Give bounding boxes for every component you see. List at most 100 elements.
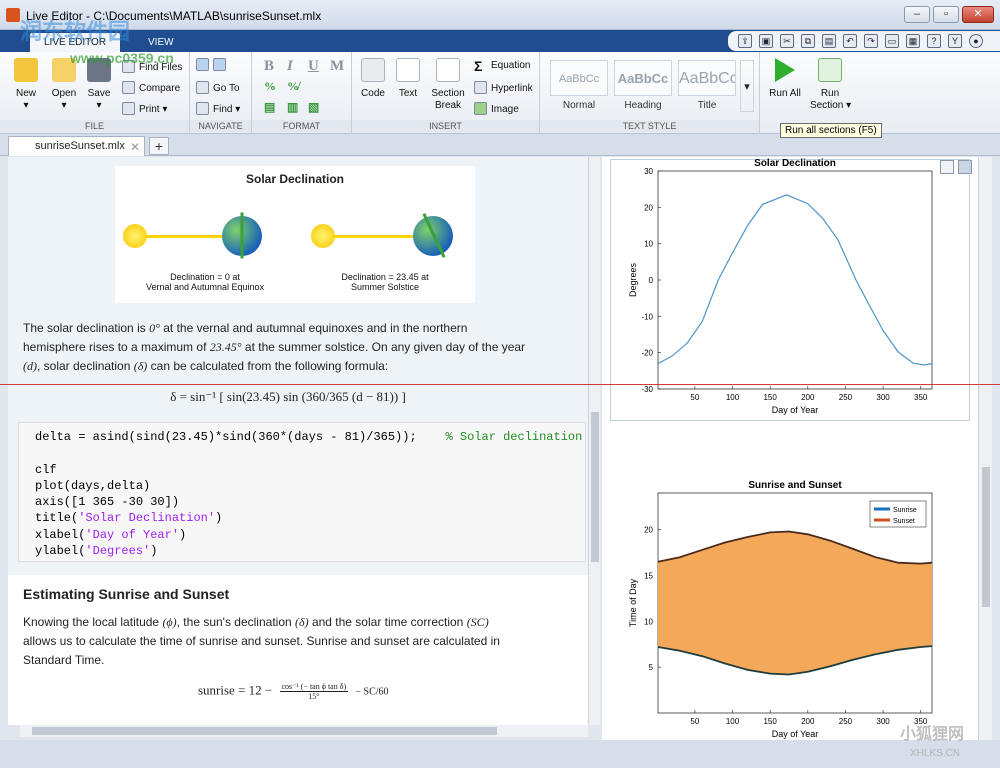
paste-icon[interactable]: ▤ <box>822 34 836 48</box>
run-section-button[interactable]: Run Section ▾ <box>810 58 851 112</box>
open-label: Open <box>51 88 77 99</box>
para1-text-c: hemisphere rises to a maximum of <box>23 340 207 354</box>
left-scroll-thumb[interactable] <box>591 412 599 562</box>
new-button[interactable]: New ▾ <box>10 58 42 112</box>
cut-icon[interactable]: ✂ <box>780 34 794 48</box>
undo-icon[interactable]: ↶ <box>843 34 857 48</box>
close-window-button[interactable]: ✕ <box>962 6 994 23</box>
y-tick-label: 10 <box>644 240 653 249</box>
red-guide-line <box>0 384 1000 385</box>
formula2-numerator: cos⁻¹ (− tan ϕ tan δ) <box>279 682 349 692</box>
horizontal-scroll-thumb[interactable] <box>32 727 497 735</box>
export-icon[interactable]: ⇪ <box>738 34 752 48</box>
percent-icon[interactable]: % <box>264 79 276 94</box>
save-button[interactable]: Save ▾ <box>84 58 114 112</box>
caption-solstice: Declination = 23.45 at Summer Solstice <box>341 272 429 292</box>
style-normal-label: Normal <box>562 100 596 111</box>
x-tick-label: 250 <box>839 393 853 402</box>
community-icon[interactable]: Y <box>948 34 962 48</box>
chart-title: Solar Declination <box>754 158 836 169</box>
code-line-1: delta = asind(sind(23.45)*sind(360*(days… <box>35 430 417 444</box>
arrow-up-icon <box>196 58 209 71</box>
redo-icon[interactable]: ↷ <box>864 34 878 48</box>
code-comment: % Solar declination <box>445 430 583 444</box>
chart-title: Sunrise and Sunset <box>748 480 842 491</box>
style-heading-preview[interactable]: AaBbCc <box>614 60 672 96</box>
style-title-preview[interactable]: AaBbCc <box>678 60 736 96</box>
text-section-2: Estimating Sunrise and Sunset Knowing th… <box>8 575 588 725</box>
paragraph-sunrise: Knowing the local latitude (ϕ), the sun'… <box>23 613 583 670</box>
compare-button[interactable]: Compare <box>122 81 180 96</box>
add-tab-button[interactable]: + <box>149 137 169 155</box>
code-string-title: 'Solar Declination' <box>78 511 216 526</box>
navigate-group: Go To Find ▾ NAVIGATE <box>190 52 252 134</box>
file-group-label: FILE <box>0 120 189 132</box>
horizontal-scrollbar[interactable] <box>20 725 588 737</box>
x-tick-label: 150 <box>763 717 777 726</box>
sun-icon-right <box>311 224 335 248</box>
minimize-button[interactable]: – <box>904 6 930 23</box>
maximize-button[interactable]: ▫ <box>933 6 959 23</box>
copy-icon[interactable]: ⧉ <box>801 34 815 48</box>
math-zero: 0° <box>149 321 160 335</box>
x-tick-label: 300 <box>876 717 890 726</box>
indent-icon[interactable]: ▥ <box>287 100 298 115</box>
sunrise-equation[interactable]: sunrise = 12 − cos⁻¹ (− tan ϕ tan δ) 15°… <box>198 682 389 701</box>
nav-up-down-buttons[interactable] <box>196 58 230 73</box>
outdent-icon[interactable]: ▧ <box>308 100 319 115</box>
help-icon[interactable]: ? <box>927 34 941 48</box>
live-script-pane[interactable]: Solar Declination Declination = 0 at Ver… <box>8 157 588 725</box>
x-tick-label: 100 <box>726 393 740 402</box>
italic-icon[interactable]: I <box>287 58 293 75</box>
go-to-button[interactable]: Go To <box>196 81 240 96</box>
x-axis-label: Day of Year <box>772 405 819 415</box>
sun-ray-right <box>333 235 415 238</box>
run-all-button[interactable]: Run All <box>766 58 804 100</box>
options-icon[interactable]: ● <box>969 34 983 48</box>
bold-icon[interactable]: B <box>264 58 274 75</box>
declination-equation[interactable]: δ = sin⁻¹ [ sin(23.45) sin (360/365 (d −… <box>8 389 568 405</box>
underline-icon[interactable]: U <box>308 58 319 75</box>
y-tick-label: 0 <box>649 276 654 285</box>
math-delta: (δ) <box>133 359 148 373</box>
code-line-4: plot(days,delta) <box>35 478 151 493</box>
right-scroll-thumb[interactable] <box>982 467 990 607</box>
section-break-button[interactable]: Section Break <box>428 58 468 112</box>
close-tab-icon[interactable]: ✕ <box>130 138 140 156</box>
save-icon[interactable]: ▣ <box>759 34 773 48</box>
run-section-icon <box>818 58 842 82</box>
uncomment-icon[interactable]: %̸ <box>287 79 299 94</box>
file-tab[interactable]: sunriseSunset.mlx ✕ <box>8 136 145 156</box>
para1-text-e: , solar declination <box>37 359 131 373</box>
find-button[interactable]: Find ▾ <box>196 102 240 117</box>
monospace-icon[interactable]: M <box>330 58 344 75</box>
switch-windows-icon[interactable]: ▭ <box>885 34 899 48</box>
run-group: Run All Run Section ▾ <box>760 52 864 134</box>
y-tick-label: -10 <box>641 312 653 321</box>
style-gallery-expand-icon[interactable]: ▾ <box>740 60 754 112</box>
insert-code-button[interactable]: Code <box>358 58 388 100</box>
print-button[interactable]: Print ▾ <box>122 102 167 117</box>
solar-declination-chart[interactable]: Solar Declination50 100 150 200 250 300 350-30… <box>602 157 978 417</box>
x-tick-label: 350 <box>914 393 928 402</box>
hyperlink-button[interactable]: Hyperlink <box>474 81 533 96</box>
output-pane: Solar Declination 50 100 150 200 250 300 350 -30… <box>602 157 978 740</box>
layout-icon[interactable]: ▦ <box>906 34 920 48</box>
left-pane-scrollbar[interactable] <box>588 157 600 725</box>
sunrise-sunset-chart[interactable]: Sunrise and Sunset50 100 150 200 250 300 35051… <box>602 479 978 739</box>
insert-text-button[interactable]: Text <box>394 58 422 100</box>
watermark-a: 润东软件园 <box>20 19 131 44</box>
section-break-label: Section Break <box>431 88 465 111</box>
code-string-ylabel: 'Degrees' <box>85 544 151 559</box>
y-tick-label: 10 <box>644 617 653 626</box>
image-button[interactable]: Image <box>474 102 519 117</box>
right-pane-scrollbar[interactable] <box>978 157 992 740</box>
paragraph-declination: The solar declination is 0° at the verna… <box>23 319 583 376</box>
code-section[interactable]: delta = asind(sind(23.45)*sind(360*(days… <box>18 422 586 562</box>
earth-axis-left <box>240 212 244 259</box>
x-tick-label: 150 <box>763 393 777 402</box>
style-normal-preview[interactable]: AaBbCc <box>550 60 608 96</box>
equation-button[interactable]: Σ Equation <box>474 59 530 73</box>
open-button[interactable]: Open ▾ <box>48 58 80 112</box>
smart-indent-icon[interactable]: ▤ <box>264 100 275 115</box>
